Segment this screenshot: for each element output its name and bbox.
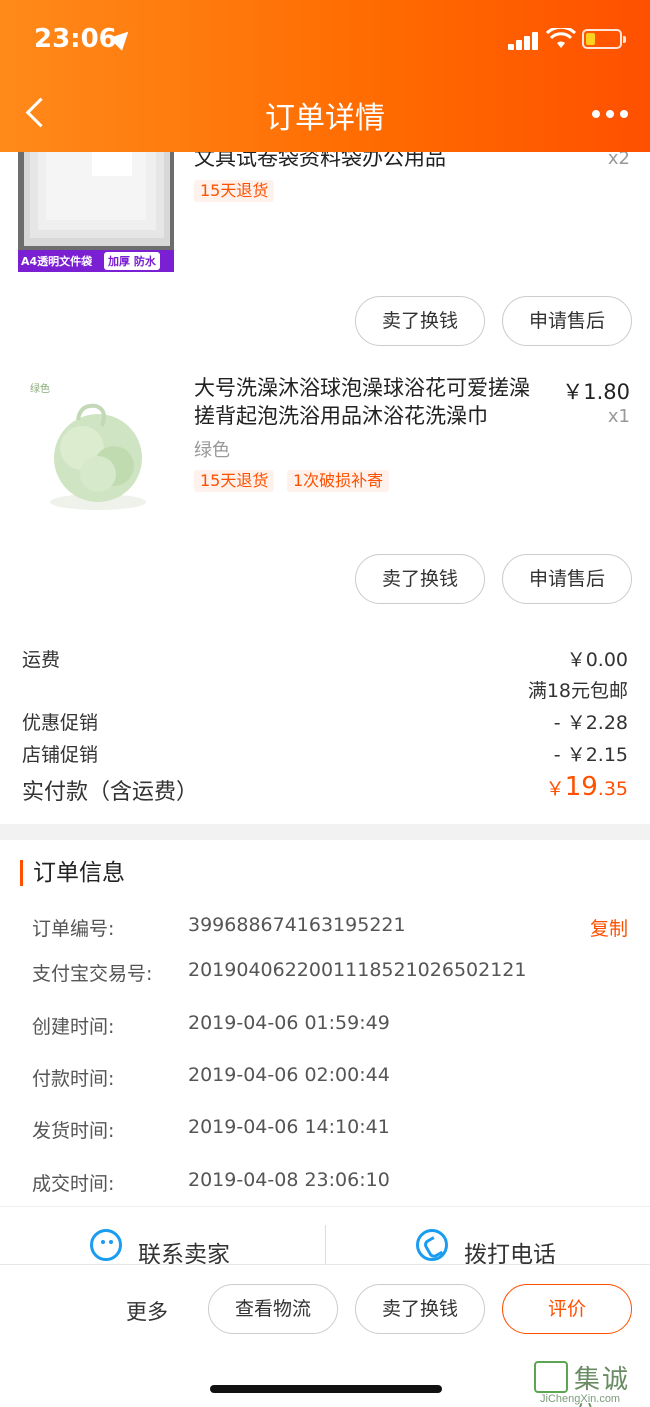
bottom-action-bar: 更多 查看物流 卖了换钱 评价 集诚信 JiChengXin.com [0,1264,650,1407]
total-paid-label: 实付款（含运费） [22,780,199,805]
promotion-row: 优惠促销 - ￥2.28 [22,708,628,735]
store-promotion-label: 店铺促销 [22,744,99,766]
request-after-sales-button[interactable]: 申请售后 [502,296,632,346]
chat-face-icon[interactable] [90,1229,122,1261]
thumb-label: A4透明文件袋 [21,255,93,268]
paid-time-value: 2019-04-06 02:00:44 [188,1064,390,1086]
thumb-tags: 加厚 防水 [104,252,160,270]
promotion-value: - ￥2.28 [553,712,628,734]
review-button[interactable]: 评价 [502,1284,632,1334]
product-price: ￥1.80 [562,380,630,404]
page-title: 订单详情 [265,101,385,136]
request-after-sales-button[interactable]: 申请售后 [502,554,632,604]
return-policy-tag: 15天退货 [194,470,275,492]
info-label: 支付宝交易号: [32,963,153,985]
info-label: 创建时间: [32,1016,115,1038]
free-shipping-note: 满18元包邮 [527,680,628,702]
store-promotion-value: - ￥2.15 [553,744,628,766]
product-item[interactable]: 绿色 大号洗澡沐浴球泡澡球浴花可爱搓澡搓背起泡洗浴用品沐浴花洗澡巾 ￥1.80 … [0,350,650,610]
watermark-subtext: JiChengXin.com [540,1393,621,1405]
created-time-value: 2019-04-06 01:59:49 [188,1012,390,1034]
shipping-label: 运费 [22,649,61,671]
thumb-color-label: 绿色 [30,384,50,395]
bath-pouf-image [18,374,174,530]
promotion-label: 优惠促销 [22,712,99,734]
shipped-time-value: 2019-04-06 14:10:41 [188,1116,390,1138]
info-label: 成交时间: [32,1173,115,1195]
watermark-logo: 集诚信 JiChengXin.com [534,1359,644,1407]
store-promotion-row: 店铺促销 - ￥2.15 [22,740,628,767]
completed-time-value: 2019-04-08 23:06:10 [188,1169,390,1191]
product-thumbnail[interactable]: 绿色 [18,374,174,530]
more-button[interactable]: 更多 [126,1296,168,1326]
status-bar: 23:06 [0,0,650,80]
phone-icon[interactable] [416,1229,448,1261]
header: 23:06 订单详情 [0,0,650,152]
sell-for-cash-button[interactable]: 卖了换钱 [355,296,485,346]
status-time: 23:06 [34,24,117,54]
total-currency: ￥ [545,778,565,800]
return-policy-tag: 15天退货 [194,180,275,202]
cellular-signal-icon [508,30,540,50]
order-number-value: 399688674163195221 [188,914,406,936]
info-label: 发货时间: [32,1120,115,1142]
product-quantity: x1 [607,406,630,427]
sell-for-cash-button[interactable]: 卖了换钱 [355,1284,485,1334]
copy-order-number-button[interactable]: 复制 [590,914,628,941]
more-options-button[interactable] [592,110,632,120]
wifi-icon [546,28,576,48]
order-info-title: 订单信息 [20,860,125,886]
total-paid-row: 实付款（含运费） ￥19.35 [22,772,628,806]
damage-reship-tag: 1次破损补寄 [287,470,390,492]
home-indicator [210,1385,442,1393]
total-decimal: .35 [597,778,628,800]
watermark-mark-icon [534,1361,568,1393]
info-label: 付款时间: [32,1068,115,1090]
shipping-value: ￥0.00 [566,649,628,671]
total-paid-value: ￥19.35 [546,772,628,802]
section-divider [0,824,650,840]
alipay-trade-value: 2019040622001118521026502121 [188,959,527,981]
total-integer: 19 [564,772,598,802]
shipping-fee-row: 运费 ￥0.00 [22,645,628,672]
contact-divider [325,1225,326,1265]
battery-icon [582,29,626,49]
contact-bar: 联系卖家 拨打电话 [0,1206,650,1268]
product-title[interactable]: 大号洗澡沐浴球泡澡球浴花可爱搓澡搓背起泡洗浴用品沐浴花洗澡巾 [194,374,544,430]
sell-for-cash-button[interactable]: 卖了换钱 [355,554,485,604]
product-sku: 绿色 [194,440,230,461]
view-logistics-button[interactable]: 查看物流 [208,1284,338,1334]
info-label: 订单编号: [32,918,115,940]
